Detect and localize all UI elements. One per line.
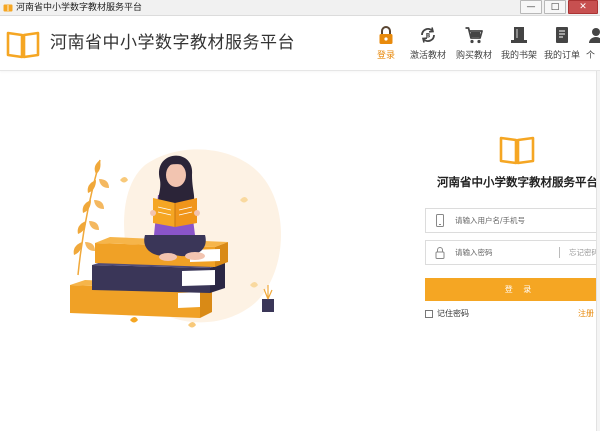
app-icon — [3, 4, 13, 12]
phone-icon — [436, 214, 444, 227]
field-divider — [559, 247, 560, 258]
nav-personal[interactable]: 个 — [586, 22, 600, 70]
lock-icon — [435, 247, 445, 259]
forgot-password-link[interactable]: 忘记密码 — [569, 246, 599, 259]
girl-reading-on-books-illustration — [70, 149, 282, 328]
login-title: 河南省中小学数字教材服务平台 — [437, 175, 598, 189]
app-name: 河南省中小学数字教材服务平台 — [50, 33, 295, 53]
nav-label: 我的订单 — [543, 51, 580, 61]
nav-label: 个 — [586, 51, 596, 61]
window-right-edge — [596, 71, 600, 431]
activate-refresh-icon: B — [421, 27, 435, 43]
password-field-box: 忘记密码 — [425, 240, 600, 265]
nav-label: 激活教材 — [409, 51, 446, 61]
minimize-button[interactable]: — — [520, 0, 542, 14]
shopping-cart-icon — [465, 27, 483, 44]
open-book-icon — [6, 31, 40, 59]
app-header: 河南省中小学数字教材服务平台 登录 B 激活教材 购买教材 我的书架 我的订单 … — [0, 16, 600, 71]
window-title: 河南省中小学数字教材服务平台 — [16, 3, 143, 13]
user-icon — [589, 28, 600, 43]
nav-label: 购买教材 — [455, 51, 492, 61]
nav-label: 我的书架 — [500, 51, 537, 61]
nav-my-bookshelf[interactable]: 我的书架 — [499, 22, 539, 70]
password-input[interactable] — [455, 242, 580, 263]
order-document-icon — [556, 27, 568, 43]
username-field-box — [425, 208, 600, 233]
remember-password-checkbox[interactable] — [425, 310, 433, 318]
register-link[interactable]: 注册 — [578, 308, 594, 320]
window-title-bar: 河南省中小学数字教材服务平台 — □ ✕ — [0, 0, 600, 16]
bookshelf-icon — [511, 27, 527, 43]
lock-icon — [379, 26, 393, 44]
open-book-icon — [499, 136, 535, 165]
nav-buy-textbook[interactable]: 购买教材 — [453, 22, 495, 70]
login-button[interactable]: 登 录 — [425, 278, 600, 301]
nav-login[interactable]: 登录 — [372, 22, 400, 70]
close-button[interactable]: ✕ — [568, 0, 598, 14]
window-controls: — □ ✕ — [520, 0, 598, 15]
maximize-button[interactable]: □ — [544, 0, 566, 14]
nav-activate-textbook[interactable]: B 激活教材 — [407, 22, 449, 70]
remember-password-label: 记住密码 — [437, 309, 469, 318]
nav-label: 登录 — [376, 51, 395, 61]
username-input[interactable] — [455, 210, 580, 231]
nav-my-orders[interactable]: 我的订单 — [542, 22, 582, 70]
svg-text:B: B — [426, 33, 431, 40]
